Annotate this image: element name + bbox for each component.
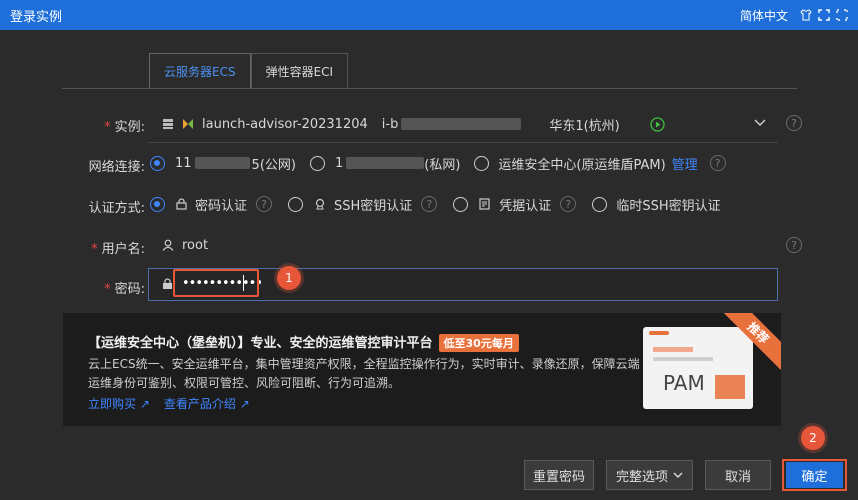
tab-ecs[interactable]: 云服务器ECS xyxy=(149,53,251,89)
chevron-down-icon xyxy=(673,472,683,478)
username-field[interactable]: root xyxy=(162,232,208,258)
credential-icon xyxy=(479,198,490,210)
play-status-icon xyxy=(650,116,665,132)
username-label: * 用户名: xyxy=(91,242,145,257)
public-ip-redacted xyxy=(194,157,250,169)
network-public-radio[interactable] xyxy=(150,155,165,171)
private-ip-redacted xyxy=(346,157,425,169)
ok-highlight xyxy=(782,459,847,491)
promo-badge: 低至30元每月 xyxy=(438,334,519,352)
step-2-badge: 2 xyxy=(801,426,825,450)
banner-title: 【运维安全中心（堡垒机）】专业、安全的运维管控审计平台 低至30元每月 xyxy=(88,332,519,352)
network-help-icon[interactable]: ? xyxy=(709,155,726,171)
external-link-icon: ↗ xyxy=(239,397,250,411)
language-selector[interactable]: 简体中文 xyxy=(740,7,788,24)
expand-icon[interactable] xyxy=(818,9,830,21)
instance-label: * 实例: xyxy=(104,120,145,135)
network-public-prefix: 11 xyxy=(175,155,192,171)
instance-id: i-b xyxy=(381,116,399,132)
instance-logo-icon xyxy=(183,119,193,129)
chevron-down-icon[interactable] xyxy=(754,118,766,128)
dialog-title: 登录实例 xyxy=(10,9,63,25)
auth-temp-ssh-label: 临时SSH密钥认证 xyxy=(616,198,721,214)
bastion-promo-banner: 【运维安全中心（堡垒机）】专业、安全的运维管控审计平台 低至30元每月 云上ECS… xyxy=(63,313,781,426)
password-label: * 密码: xyxy=(104,282,145,297)
network-private-suffix: (私网) xyxy=(424,157,461,173)
network-private-radio[interactable] xyxy=(309,155,325,171)
password-highlight xyxy=(173,269,259,297)
instance-select[interactable]: launch-advisor-20231204 i-b 华东1(杭州) xyxy=(162,111,665,137)
username-value: root xyxy=(182,237,209,253)
network-label: 网络连接: xyxy=(88,160,145,175)
auth-ssh-label: SSH密钥认证 xyxy=(334,198,413,214)
network-public-suffix: 5(公网) xyxy=(251,157,296,173)
lock-icon xyxy=(176,198,187,210)
cancel-button[interactable]: 取消 xyxy=(705,460,771,490)
auth-ssh-radio[interactable] xyxy=(288,196,304,212)
auth-password-label: 密码认证 xyxy=(195,198,248,214)
title-bar: 登录实例 简体中文 xyxy=(0,0,858,30)
ssh-key-icon xyxy=(315,198,325,210)
auth-credential-label: 凭据认证 xyxy=(499,198,552,214)
product-intro-link[interactable]: 查看产品介绍 ↗ xyxy=(164,395,250,412)
username-help-icon[interactable]: ? xyxy=(786,237,802,253)
auth-options: 密码认证 ? SSH密钥认证 ? 凭据认证 ? 临时SSH密钥认证 xyxy=(150,191,721,217)
instance-id-redacted xyxy=(401,118,522,130)
auth-temp-ssh-radio[interactable] xyxy=(592,196,608,212)
external-link-icon: ↗ xyxy=(139,397,150,411)
user-icon xyxy=(162,239,174,251)
reset-password-button[interactable]: 重置密码 xyxy=(524,460,594,490)
instance-underline xyxy=(148,142,778,143)
login-tabs: 云服务器ECS 弹性容器ECI xyxy=(149,53,349,89)
pam-illustration: PAM xyxy=(643,327,753,409)
pam-text: PAM xyxy=(663,371,705,395)
full-options-button[interactable]: 完整选项 xyxy=(606,460,693,490)
shirt-icon[interactable] xyxy=(800,9,812,21)
step-1-badge: 1 xyxy=(277,266,301,290)
auth-ssh-help-icon[interactable]: ? xyxy=(421,196,438,212)
manage-link[interactable]: 管理 xyxy=(672,154,698,173)
network-options: 11 5(公网) 1 (私网) 运维安全中心(原运维盾PAM) 管理 ? xyxy=(150,150,726,176)
auth-password-radio[interactable] xyxy=(150,196,165,212)
instance-region: 华东1(杭州) xyxy=(549,118,620,134)
auth-credential-help-icon[interactable]: ? xyxy=(560,196,577,212)
instance-name: launch-advisor-20231204 xyxy=(202,116,368,132)
password-lock-icon xyxy=(163,278,172,289)
banner-description: 云上ECS统一、安全运维平台，集中管理资产权限，全程监控操作行为，实时审计、录像… xyxy=(88,357,640,390)
instance-help-icon[interactable]: ? xyxy=(786,115,802,131)
auth-password-help-icon[interactable]: ? xyxy=(256,196,273,212)
server-icon xyxy=(163,119,173,129)
tab-divider xyxy=(62,88,797,89)
auth-credential-radio[interactable] xyxy=(453,196,469,212)
tab-eci[interactable]: 弹性容器ECI xyxy=(250,53,349,89)
auth-label: 认证方式: xyxy=(88,201,145,216)
fullscreen-icon[interactable] xyxy=(836,9,848,21)
network-bastion-radio[interactable] xyxy=(474,155,490,171)
buy-now-link[interactable]: 立即购买 ↗ xyxy=(88,395,150,412)
network-private-prefix: 1 xyxy=(334,155,344,171)
network-bastion-label: 运维安全中心(原运维盾PAM) xyxy=(498,157,666,173)
